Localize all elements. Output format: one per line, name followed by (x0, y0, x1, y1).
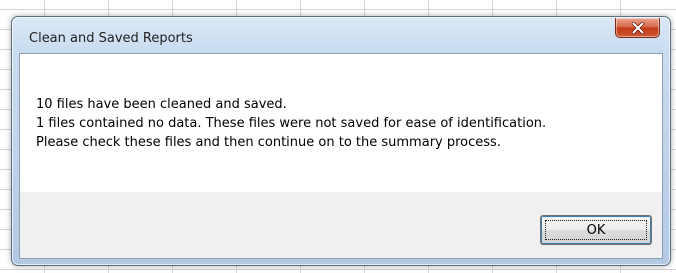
message-line: Please check these files and then contin… (36, 135, 501, 150)
ok-button-label: OK (545, 220, 647, 240)
message-line: 1 files contained no data. These files w… (36, 116, 547, 131)
message-dialog: Clean and Saved Reports 10 files have be… (11, 16, 671, 266)
ok-button[interactable]: OK (540, 215, 652, 245)
message-area: 10 files have been cleaned and saved. 1 … (20, 54, 662, 192)
close-icon (616, 18, 659, 37)
message-text: 10 files have been cleaned and saved. 1 … (36, 95, 546, 152)
dialog-title: Clean and Saved Reports (29, 31, 193, 46)
dialog-body: 10 files have been cleaned and saved. 1 … (19, 53, 663, 259)
title-bar[interactable]: Clean and Saved Reports (12, 17, 670, 53)
message-line: 10 files have been cleaned and saved. (36, 97, 287, 112)
close-button[interactable] (615, 18, 660, 38)
